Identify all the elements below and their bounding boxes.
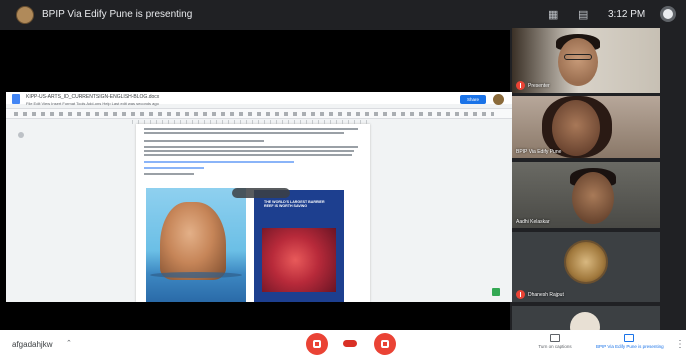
participant-tile[interactable]: Aadhi Kelaskar: [512, 162, 660, 228]
doc-title: KIPP-US-ARTS_ID_CURRENTSIGN-ENGLISH-BLOG…: [26, 94, 160, 100]
shared-screen: KIPP-US-ARTS_ID_CURRENTSIGN-ENGLISH-BLOG…: [6, 92, 512, 302]
participant-video: [552, 100, 600, 156]
call-controls-bar: afgadahjkw ⌃ Turn on captions BPIP Via E…: [0, 330, 686, 358]
meeting-code[interactable]: afgadahjkw: [12, 340, 52, 349]
captions-label: Turn on captions: [538, 344, 572, 349]
captions-icon: [550, 334, 560, 342]
presenting-toast: [232, 188, 290, 198]
reef-poster: THE WORLD'S LARGEST BARRIER REEF IS WORT…: [254, 190, 344, 302]
participant-avatar: [570, 312, 600, 330]
mic-off-icon: [516, 81, 525, 90]
share-button: Share: [460, 95, 486, 104]
participant-video: [558, 38, 598, 86]
participant-name: Presenter: [528, 82, 550, 89]
rock-photo: [146, 188, 246, 302]
participant-avatar: [564, 240, 608, 284]
rock-shape: [160, 202, 226, 280]
mic-off-icon: [516, 290, 525, 299]
present-icon: [624, 334, 634, 342]
doc-page: THE WORLD'S LARGEST BARRIER REEF IS WORT…: [136, 124, 370, 302]
docs-icon: [12, 94, 20, 104]
text-line: [144, 146, 358, 148]
hang-up-button[interactable]: [343, 340, 357, 347]
mic-off-icon: [313, 340, 321, 348]
chat-icon[interactable]: ▤: [578, 8, 588, 21]
participant-name: BPIP Via Edify Pune: [516, 149, 562, 155]
participant-label: Aadhi Kelaskar: [516, 219, 550, 225]
participant-video: [572, 172, 614, 224]
text-line: [144, 173, 194, 175]
doc-explore-icon: [492, 288, 500, 296]
self-avatar[interactable]: [660, 6, 676, 22]
presenter-avatar: [16, 6, 34, 24]
doc-toolbar: [6, 108, 512, 119]
toolbar-icons: [14, 112, 494, 116]
link-line: [144, 161, 294, 163]
text-line: [144, 154, 352, 156]
presenting-bar: BPIP Via Edify Pune is presenting ▦ ▤ 3:…: [0, 0, 686, 30]
participant-label: BPIP Via Edify Pune: [516, 149, 561, 155]
glasses: [564, 54, 592, 60]
outline-icon: [18, 132, 24, 138]
present-label: BPIP Via Edify Pune is presenting: [596, 344, 664, 349]
participant-label: Presenter: [516, 81, 550, 90]
captions-button[interactable]: Turn on captions: [522, 334, 588, 356]
text-line: [144, 128, 358, 130]
participant-tile[interactable]: [512, 306, 660, 330]
camera-button[interactable]: [374, 333, 396, 355]
text-line: [144, 140, 264, 142]
poster-title: THE WORLD'S LARGEST BARRIER REEF IS WORT…: [264, 200, 325, 209]
people-icon[interactable]: ▦: [548, 8, 558, 21]
participant-name: Dhanesh Rajput: [528, 291, 564, 298]
poster-art: [262, 228, 336, 292]
participant-label: Dhanesh Rajput: [516, 290, 564, 299]
link-line: [144, 167, 204, 169]
chevron-up-icon[interactable]: ⌃: [66, 339, 72, 347]
clock: 3:12 PM: [608, 9, 646, 20]
presenting-text: BPIP Via Edify Pune is presenting: [42, 9, 193, 20]
participant-tile[interactable]: Dhanesh Rajput: [512, 232, 660, 302]
participant-tile[interactable]: Presenter: [512, 28, 660, 93]
microphone-button[interactable]: [306, 333, 328, 355]
camera-off-icon: [381, 340, 389, 348]
doc-user-avatar: [493, 94, 504, 105]
participant-tile[interactable]: BPIP Via Edify Pune: [512, 96, 660, 158]
participant-name: Aadhi Kelaskar: [516, 219, 550, 225]
rock-reflection: [150, 272, 242, 278]
doc-side-margin: [376, 122, 506, 292]
text-line: [144, 132, 344, 134]
tile-scroll-area[interactable]: [662, 30, 686, 330]
doc-menu-bar: File Edit View Insert Format Tools Add-o…: [26, 101, 159, 106]
text-line: [144, 150, 354, 152]
more-options-icon[interactable]: ⋮: [675, 339, 685, 350]
present-button[interactable]: BPIP Via Edify Pune is presenting: [596, 334, 664, 356]
